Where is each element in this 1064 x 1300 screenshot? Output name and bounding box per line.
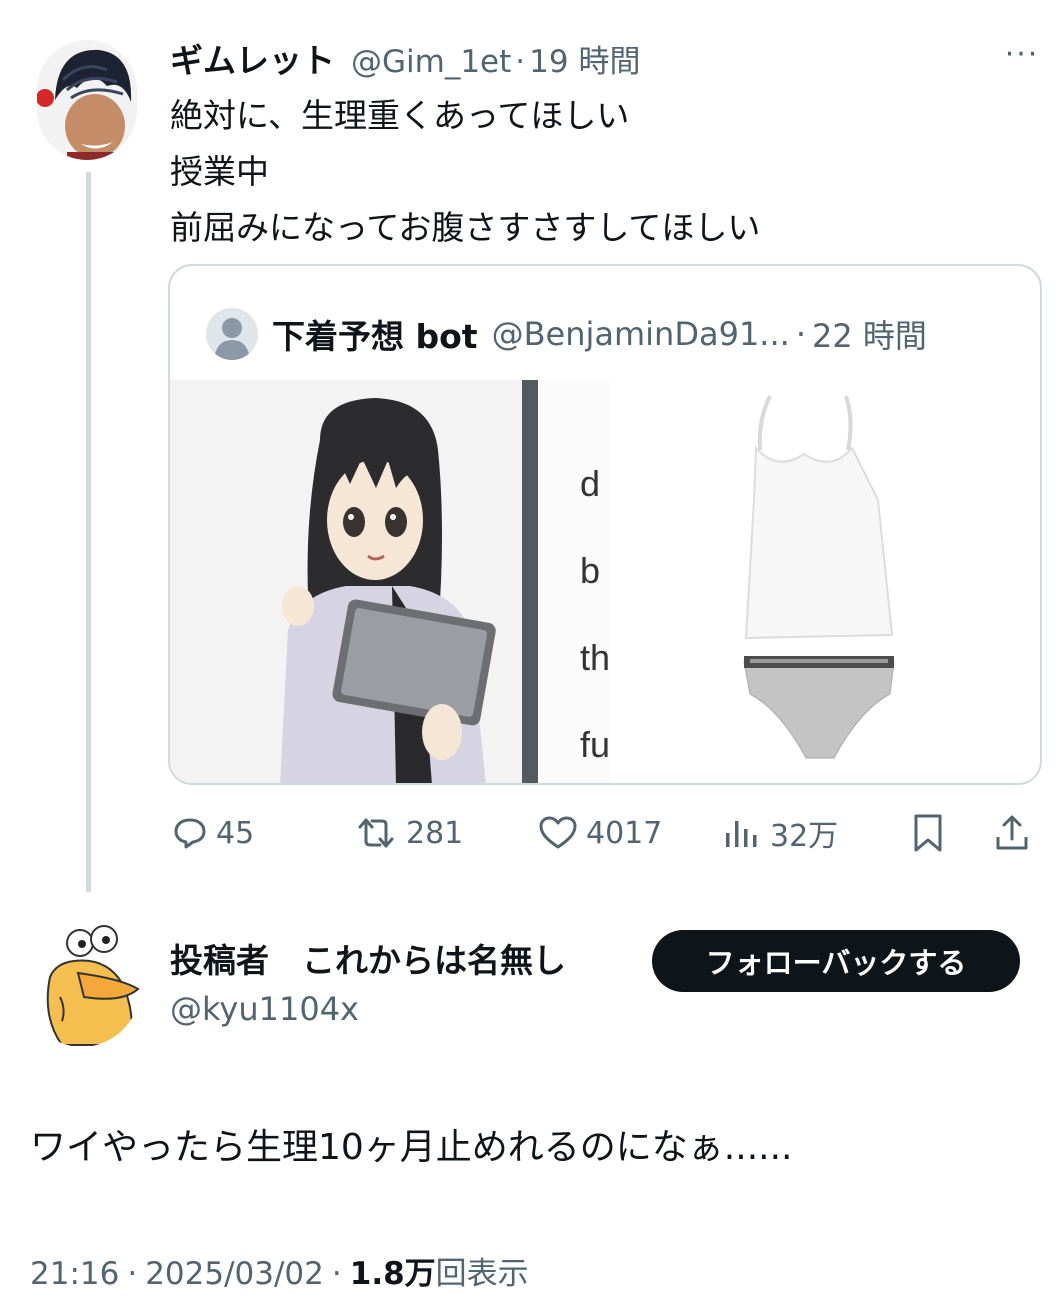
post-time[interactable]: 21:16 (30, 1256, 119, 1292)
underwear-image[interactable] (610, 380, 1040, 783)
views-button[interactable]: 32万 (722, 805, 838, 861)
author-handle[interactable]: @Gim_1et (351, 44, 511, 80)
poster-letter: th (580, 637, 610, 678)
quoted-tweet-media[interactable]: d b th fu (170, 380, 1040, 783)
separator-dot: · (515, 44, 526, 80)
tweet-text: 絶対に、生理重くあってほしい 授業中 前屈みになってお腹さすさすしてほしい (170, 88, 760, 256)
quoted-author-avatar[interactable] (206, 308, 258, 360)
share-button[interactable] (994, 805, 1030, 861)
tweet-header: ギムレット @Gim_1et · 19 時間 (170, 34, 640, 84)
quoted-author-handle[interactable]: @BenjaminDa91... (492, 315, 790, 353)
bookmark-icon (910, 813, 946, 853)
retweet-icon (354, 815, 398, 851)
view-count: 1.8万 (349, 1256, 436, 1292)
like-button[interactable]: 4017 (538, 805, 662, 861)
tweet-thread: ギムレット @Gim_1et · 19 時間 ··· 絶対に、生理重くあってほし… (0, 0, 1064, 1300)
quoted-tweet-card[interactable]: 下着予想 bot @BenjaminDa91... · 22 時間 d b th… (168, 264, 1042, 785)
reply-icon (172, 815, 208, 851)
separator-dot: · (127, 1256, 138, 1292)
follow-back-button[interactable]: フォローバックする (652, 930, 1020, 992)
analytics-icon (722, 815, 762, 851)
reply-author-handle[interactable]: @kyu1104x (170, 990, 359, 1028)
retweet-count: 281 (406, 815, 464, 851)
view-count-label: 回表示 (435, 1256, 529, 1292)
reply-button[interactable]: 45 (172, 805, 254, 861)
tweet-text-line: 前屈みになってお腹さすさすしてほしい (170, 208, 761, 247)
reply-count: 45 (216, 815, 255, 851)
tweet-time[interactable]: 19 時間 (529, 36, 640, 81)
post-date[interactable]: 2025/03/02 (145, 1256, 324, 1292)
heart-icon (538, 815, 578, 851)
tweet-text-line: 絶対に、生理重くあってほしい (170, 96, 630, 135)
anime-girl-image[interactable]: d b th fu (170, 380, 610, 783)
poster-letter: b (580, 550, 601, 591)
poster-letters: d b th fu (580, 440, 610, 783)
more-options-icon[interactable]: ··· (1000, 40, 1044, 70)
reply-metadata: 21:16 · 2025/03/02 · 1.8万 回表示 (30, 1248, 529, 1293)
quoted-tweet-time[interactable]: 22 時間 (812, 311, 927, 357)
reply-author-name[interactable]: 投稿者 これからは名無し (170, 934, 566, 982)
retweet-button[interactable]: 281 (354, 805, 463, 861)
thread-connector-line (86, 172, 91, 892)
quoted-tweet-header: 下着予想 bot @BenjaminDa91... · 22 時間 (206, 306, 927, 362)
author-name[interactable]: ギムレット (170, 34, 335, 82)
author-avatar[interactable] (37, 40, 137, 160)
like-count: 4017 (586, 815, 663, 851)
bookmark-button[interactable] (910, 805, 946, 861)
engagement-bar: 45 281 4017 32万 (168, 805, 1044, 861)
separator-dot: · (331, 1256, 342, 1292)
separator-dot: · (795, 315, 806, 353)
poster-letter: fu (580, 724, 610, 765)
reply-author-avatar[interactable] (22, 917, 142, 1047)
poster-letter: d (580, 463, 601, 504)
tweet-text-line: 授業中 (170, 152, 269, 191)
views-count: 32万 (770, 819, 839, 854)
share-icon (994, 813, 1030, 853)
quoted-author-name[interactable]: 下着予想 bot (272, 310, 478, 358)
reply-text: ワイやったら生理10ヶ月止めれるのになぁ...... (30, 1127, 793, 1168)
